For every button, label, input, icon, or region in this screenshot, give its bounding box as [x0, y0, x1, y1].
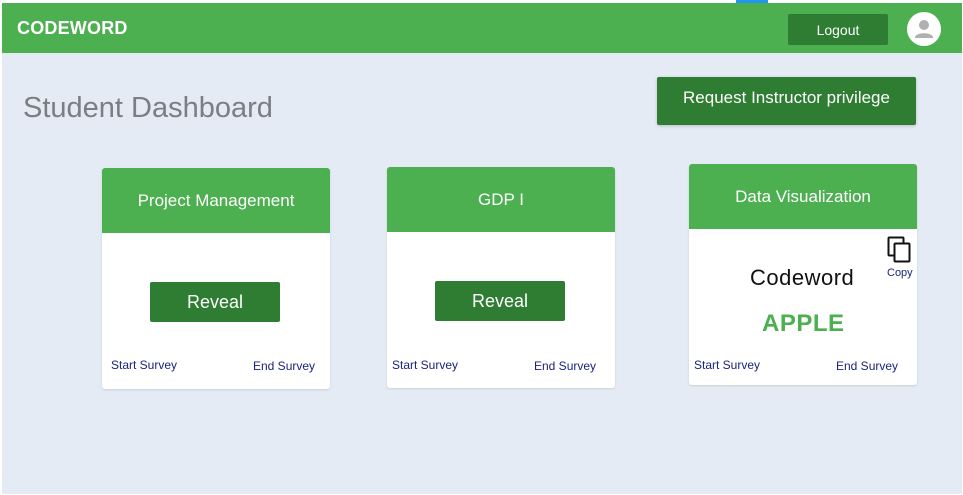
card-title: Project Management — [102, 168, 330, 233]
request-instructor-privilege-button[interactable]: Request Instructor privilege — [657, 77, 916, 125]
course-card-data-visualization: Data Visualization Copy Codeword APPLE S… — [689, 164, 917, 385]
reveal-button[interactable]: Reveal — [435, 281, 565, 321]
top-app-bar: CODEWORD Logout — [2, 3, 962, 53]
start-survey-link[interactable]: Start Survey — [111, 358, 177, 372]
page-title: Student Dashboard — [23, 92, 273, 124]
app-frame: CODEWORD Logout Student Dashboard Reques… — [2, 3, 962, 494]
card-title: Data Visualization — [689, 164, 917, 229]
reveal-button[interactable]: Reveal — [150, 282, 280, 322]
course-card-gdp-i: GDP I Reveal Start Survey End Survey — [387, 167, 615, 388]
account-circle-icon — [907, 12, 941, 46]
course-card-project-management: Project Management Reveal Start Survey E… — [102, 168, 330, 389]
codeword-label: Codeword — [750, 265, 855, 290]
end-survey-link[interactable]: End Survey — [253, 359, 315, 373]
avatar[interactable] — [907, 12, 941, 46]
codeword-value: APPLE — [762, 310, 845, 337]
copy-label[interactable]: Copy — [887, 267, 913, 279]
copy-icon[interactable] — [887, 236, 913, 264]
card-title: GDP I — [387, 167, 615, 232]
start-survey-link[interactable]: Start Survey — [694, 358, 760, 372]
start-survey-link[interactable]: Start Survey — [392, 358, 458, 372]
brand-logo-text[interactable]: CODEWORD — [17, 18, 128, 39]
logout-button[interactable]: Logout — [788, 14, 888, 45]
end-survey-link[interactable]: End Survey — [836, 359, 898, 373]
end-survey-link[interactable]: End Survey — [534, 359, 596, 373]
